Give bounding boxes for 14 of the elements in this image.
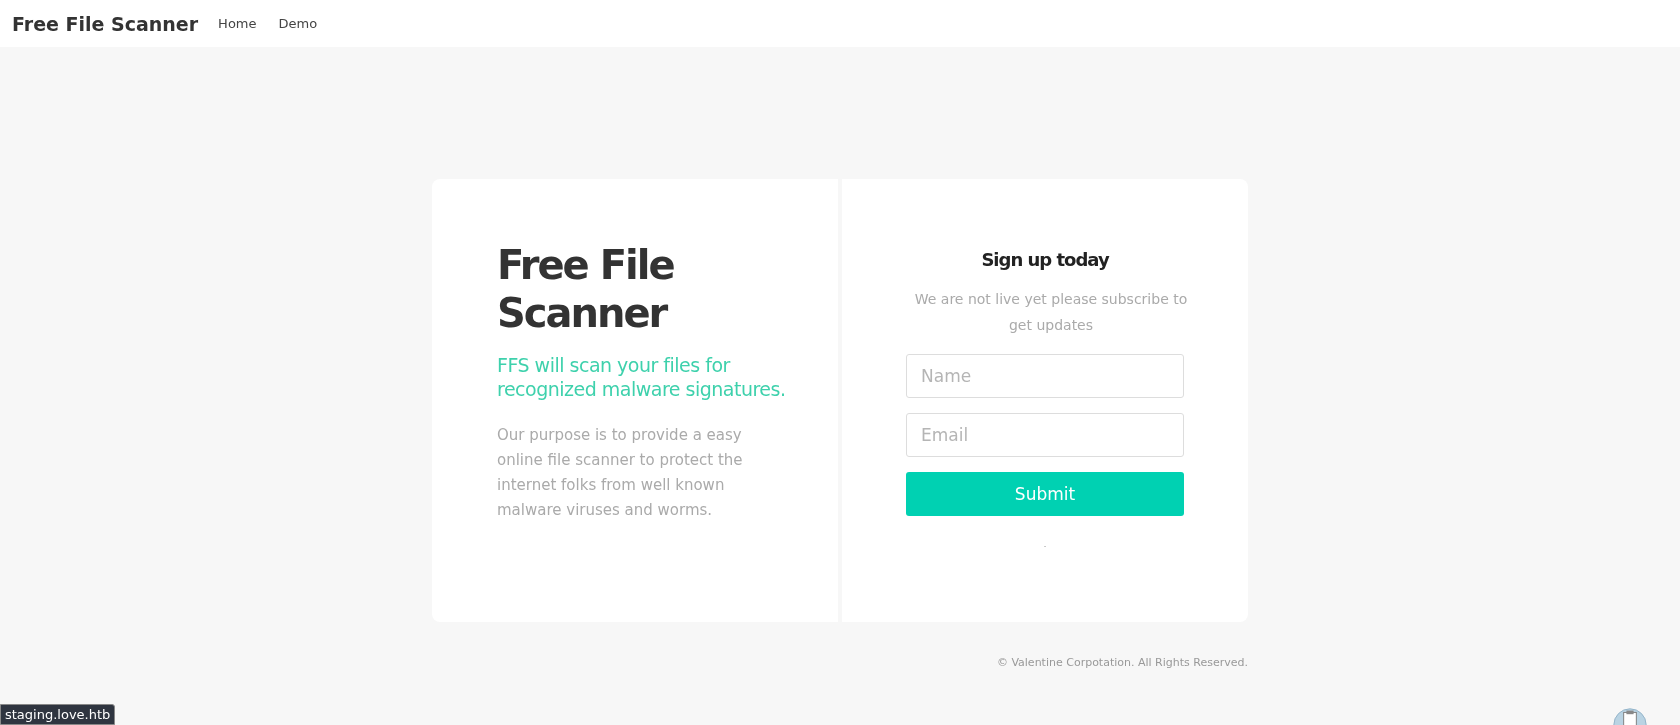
form-message: . — [1043, 540, 1047, 549]
clipboard-icon[interactable] — [1612, 707, 1648, 725]
description: Our purpose is to provide a easy online file scanner to protect the internet folks from well known malware viruses and worms. — [497, 425, 744, 521]
copyright-text: © Valentine Corpotation. All Rights Reserved. — [996, 656, 1248, 669]
input-field[interactable]: Name — [906, 354, 1184, 398]
brand-link[interactable]: Free File Scanner — [12, 12, 199, 35]
intro-title: Free File Scanner — [497, 241, 675, 337]
status-url: staging.love.htb — [0, 704, 116, 725]
signup-subtitle: We are not live yet please subscribe to get updates — [913, 290, 1189, 335]
nav-link[interactable]: Home — [218, 16, 257, 31]
input-field[interactable]: Email — [906, 413, 1184, 457]
tagline: FFS will scan your files for recognized malware signatures. — [497, 353, 787, 401]
nav-link[interactable]: Demo — [278, 16, 318, 31]
signup-title: Sign up today — [980, 249, 1111, 270]
